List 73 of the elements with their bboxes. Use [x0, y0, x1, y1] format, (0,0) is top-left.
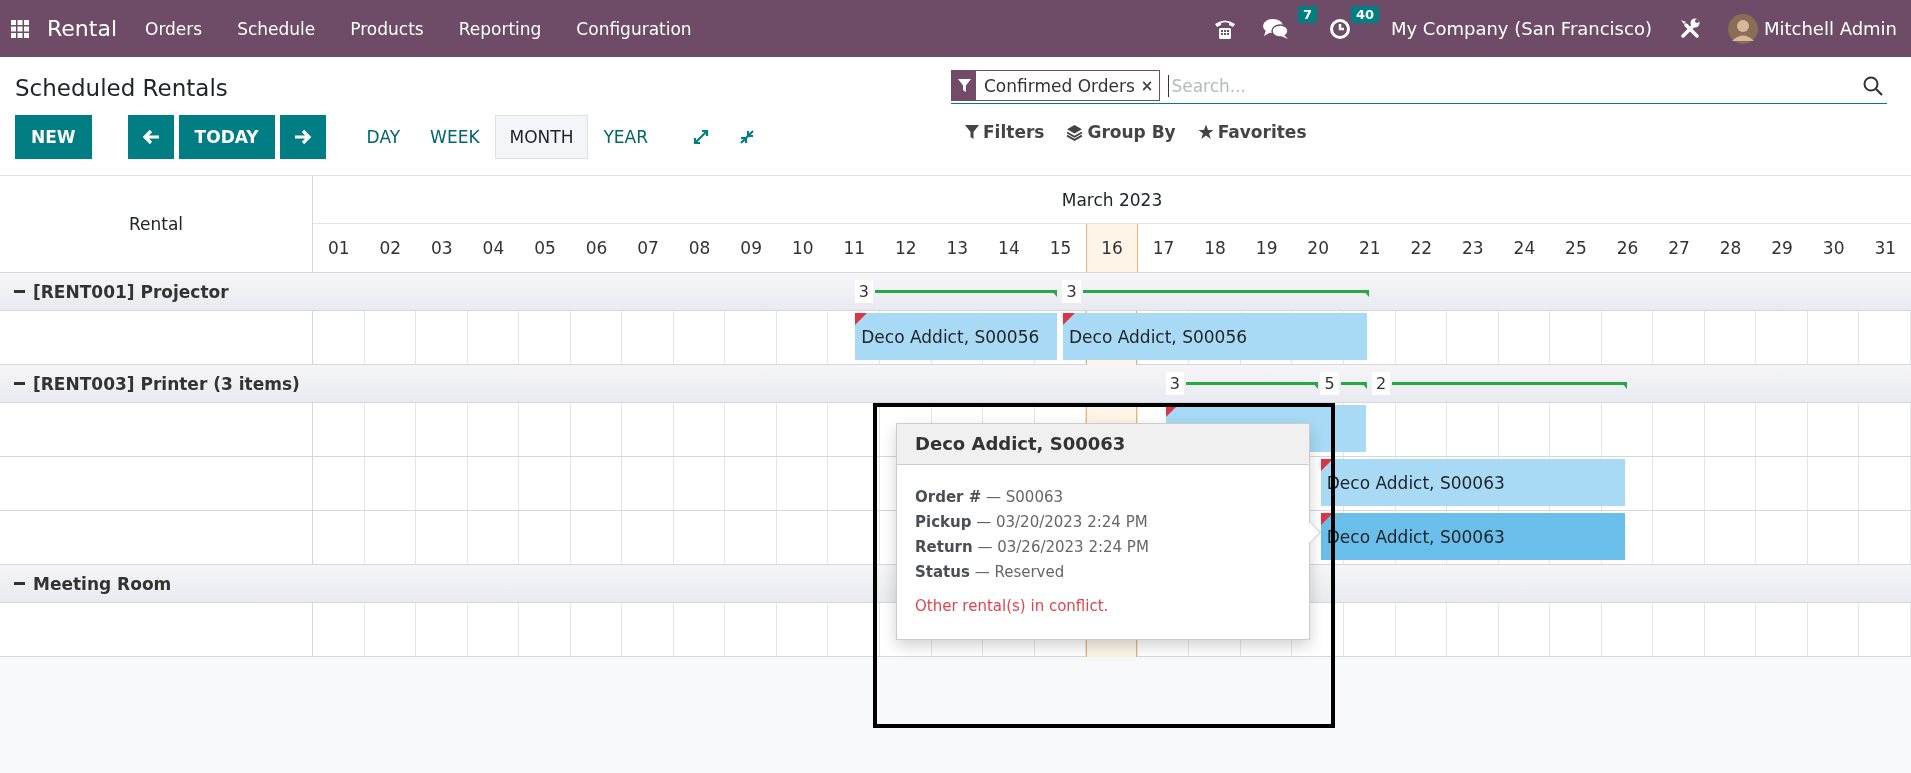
day-header: 06 [584, 237, 609, 260]
column-title: Rental [128, 214, 184, 234]
activity-count-badge: 40 [1350, 5, 1379, 23]
day-header: 14 [997, 237, 1021, 260]
search-menu-button[interactable]: Group By [1066, 122, 1176, 142]
search-menu-button[interactable]: Filters [965, 122, 1045, 142]
availability-count: 3 [1062, 280, 1081, 303]
user-name[interactable]: Mitchell Admin [1763, 18, 1897, 39]
facet-label: Confirmed Orders [983, 75, 1136, 96]
search-input[interactable]: Search... [1168, 74, 1863, 97]
day-header: 12 [894, 237, 918, 260]
popover-title: Deco Addict, S00063 [897, 424, 1309, 465]
day-header: 07 [636, 237, 660, 260]
availability-count: 3 [854, 280, 873, 303]
day-header: 03 [430, 237, 454, 260]
scale-tab[interactable]: YEAR [588, 115, 664, 159]
menu-item[interactable]: Products [350, 18, 424, 39]
scale-tab[interactable]: WEEK [415, 115, 495, 159]
day-header: 10 [790, 237, 815, 260]
popover-detail: Return — 03/26/2023 2:24 PM [915, 537, 1150, 558]
search-menu-button[interactable]: Favorites [1197, 122, 1307, 142]
menu-item[interactable]: Orders [145, 18, 203, 39]
scale-tab[interactable]: DAY [351, 115, 416, 159]
day-header: 01 [326, 237, 351, 260]
conflict-warning: Other rental(s) in conflict. [915, 597, 1110, 615]
availability-count: 5 [1320, 372, 1339, 395]
availability-count: 2 [1371, 372, 1391, 395]
day-header: 13 [945, 237, 970, 260]
day-header: 22 [1409, 237, 1434, 260]
day-header: 23 [1461, 237, 1485, 260]
day-header: 28 [1718, 237, 1743, 260]
search-field[interactable]: Confirmed Orders × Search... [951, 68, 1887, 104]
day-header: 27 [1667, 237, 1691, 260]
popover-detail: Order # — S00063 [915, 487, 1065, 508]
group-header[interactable]: [RENT003] Printer (3 items) [0, 365, 312, 402]
group-header[interactable]: Meeting Room [0, 565, 312, 602]
menu-item[interactable]: Configuration [576, 18, 692, 39]
day-header: 18 [1203, 237, 1227, 260]
day-header: 30 [1821, 237, 1846, 260]
group-header[interactable]: [RENT001] Projector [0, 273, 312, 310]
day-header: 04 [481, 237, 506, 260]
company-switcher[interactable]: My Company (San Francisco) [1390, 18, 1652, 39]
day-header: 08 [687, 237, 712, 260]
popover-detail: Pickup — 03/20/2023 2:24 PM [915, 512, 1149, 533]
popover-detail: Status — Reserved [915, 562, 1066, 583]
day-header: 05 [533, 237, 557, 260]
availability-count: 3 [1165, 372, 1184, 395]
day-header: 19 [1254, 237, 1279, 260]
day-header: 16 [1086, 224, 1138, 272]
day-header: 20 [1306, 237, 1330, 260]
month-label: March 2023 [313, 176, 1911, 224]
day-header: 24 [1512, 237, 1537, 260]
rental-pill[interactable]: Deco Addict, S00056 [855, 313, 1058, 360]
message-count-badge: 7 [1297, 5, 1317, 23]
scale-tab[interactable]: MONTH [494, 115, 589, 159]
new-button[interactable]: NEW [15, 115, 92, 159]
day-header: 17 [1151, 237, 1176, 260]
app-name[interactable]: Rental [47, 16, 117, 41]
rental-pill[interactable]: Deco Addict, S00056 [1063, 313, 1368, 360]
day-header: 25 [1564, 237, 1588, 260]
menu-item[interactable]: Schedule [237, 18, 316, 39]
today-button[interactable]: TODAY [178, 115, 275, 159]
day-header: 02 [378, 237, 403, 260]
day-header: 11 [842, 237, 867, 260]
day-header: 09 [739, 237, 763, 260]
menu-item[interactable]: Reporting [458, 18, 542, 39]
day-header: 26 [1615, 237, 1640, 260]
day-header: 29 [1770, 237, 1794, 260]
day-header: 31 [1873, 237, 1898, 260]
remove-facet-button[interactable]: × [1140, 76, 1160, 95]
page-title: Scheduled Rentals [15, 75, 229, 101]
day-header: 21 [1357, 237, 1382, 260]
day-header: 15 [1048, 237, 1073, 260]
